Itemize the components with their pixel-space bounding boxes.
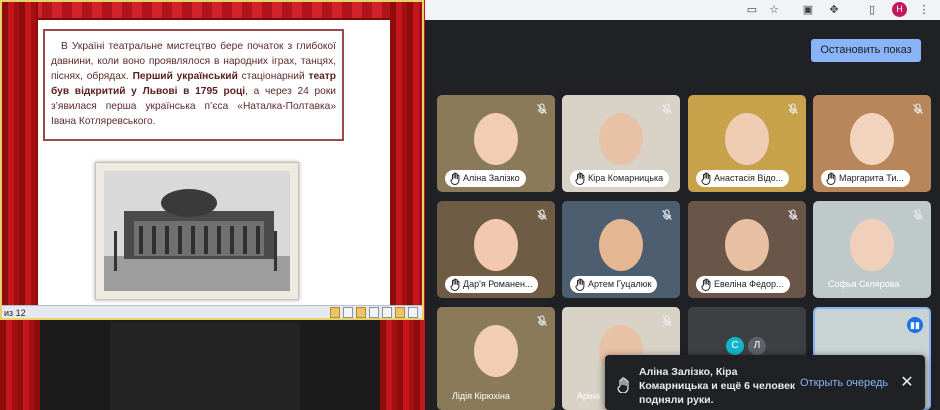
participant-avatar: Л — [748, 337, 766, 355]
participant-name: Кіра Комарницька — [570, 170, 670, 187]
slide-page-indicator: из 12 — [4, 308, 26, 318]
notes-view-button[interactable] — [343, 307, 353, 318]
kebab-menu-icon[interactable]: ⋮ — [917, 3, 931, 17]
powerpoint-window: В Україні театральне мистецтво бере поча… — [0, 0, 424, 320]
participant-name-text: Анастасія Відо... — [714, 173, 784, 183]
participant-video — [474, 219, 518, 271]
slide-text-box: В Україні театральне мистецтво бере поча… — [43, 29, 344, 141]
participant-video — [725, 219, 769, 271]
participant-name-text: Софья Склярова — [828, 279, 900, 289]
mic-off-icon — [911, 209, 925, 223]
reading-view-button[interactable] — [395, 307, 405, 318]
sidebar-icon[interactable]: ▯ — [865, 3, 879, 17]
browser-toolbar: ▭ ☆ ▣ ✥ ▯ Н ⋮ — [425, 0, 940, 20]
mic-off-icon — [786, 209, 800, 223]
video-camera-icon[interactable]: ▭ — [745, 3, 759, 17]
presentation-area: В Україні театральне мистецтво бере поча… — [0, 0, 425, 410]
participant-name-text: Аріна — [577, 391, 600, 401]
participant-name: Аріна — [570, 388, 606, 405]
participant-video — [725, 113, 769, 165]
curtain-valance — [2, 2, 422, 20]
slide-curtain-right — [390, 2, 422, 305]
mic-off-icon — [660, 103, 674, 117]
slide-text-bold1: Перший український — [132, 71, 238, 82]
participant-name: Аліна Залізко — [445, 170, 526, 187]
prev-slide-button[interactable] — [330, 307, 340, 318]
participant-tile[interactable]: Анастасія Відо... — [688, 95, 806, 192]
participant-name-text: Дар'я Романен... — [463, 279, 533, 289]
speaking-indicator-icon: ▮▮ — [907, 317, 923, 333]
next-slide-button[interactable] — [356, 307, 366, 318]
participant-tile[interactable]: Лідія Кірюхіна — [437, 307, 555, 410]
raised-hand-icon — [450, 278, 460, 291]
mic-off-icon — [911, 103, 925, 117]
participant-tile[interactable]: Софья Склярова — [813, 201, 931, 298]
toast-message: Аліна Залізко, Кіра Комарницька и ещё 6 … — [639, 366, 796, 406]
slide-curtain-left — [2, 2, 38, 305]
participant-name: Анастасія Відо... — [696, 170, 790, 187]
participant-name: Артем Гуцалюк — [570, 276, 658, 293]
participant-name: Софья Склярова — [821, 276, 905, 293]
slide-text-mid: стаціонарний — [241, 71, 305, 82]
participant-video — [850, 113, 894, 165]
mic-off-icon — [535, 103, 549, 117]
participant-tile[interactable]: Артем Гуцалюк — [562, 201, 680, 298]
mic-off-icon — [786, 103, 800, 117]
participant-name: Маргарита Ти... — [821, 170, 910, 187]
powerpoint-status-bar: из 12 — [2, 305, 422, 318]
mic-off-icon — [535, 315, 549, 329]
view-buttons — [330, 307, 418, 318]
participant-name: Дар'я Романен... — [445, 276, 539, 293]
raised-hand-icon — [617, 377, 629, 393]
slideshow-view-button[interactable] — [408, 307, 418, 318]
sorter-view-button[interactable] — [382, 307, 392, 318]
raised-hand-icon — [826, 172, 836, 185]
mic-off-icon — [660, 315, 674, 329]
participant-name-text: Артем Гуцалюк — [588, 279, 652, 289]
participant-video — [599, 219, 643, 271]
participant-name-text: Аліна Залізко — [463, 173, 520, 183]
lviv-theatre-photo — [104, 171, 290, 291]
participant-avatar: С — [726, 337, 744, 355]
participant-name-text: Маргарита Ти... — [839, 173, 904, 183]
participant-video — [850, 219, 894, 271]
raised-hand-icon — [450, 172, 460, 185]
participant-tile[interactable]: Аліна Залізко — [437, 95, 555, 192]
participant-name: Евеліна Федор... — [696, 276, 790, 293]
raised-hand-icon — [701, 172, 711, 185]
raised-hand-icon — [575, 172, 585, 185]
participant-video — [474, 325, 518, 377]
screen: В Україні театральне мистецтво бере поча… — [0, 0, 940, 410]
mic-off-icon — [660, 209, 674, 223]
mic-off-icon — [535, 209, 549, 223]
slide: В Україні театральне мистецтво бере поча… — [2, 2, 422, 305]
extension-pin-icon[interactable]: ▣ — [801, 3, 815, 17]
stop-presenting-button[interactable]: Остановить показ — [811, 39, 921, 62]
theatre-photo-frame — [95, 162, 299, 300]
normal-view-button[interactable] — [369, 307, 379, 318]
close-toast-button[interactable]: ✕ — [898, 374, 916, 392]
participant-tile[interactable]: Кіра Комарницька — [562, 95, 680, 192]
profile-avatar[interactable]: Н — [892, 2, 907, 17]
participant-tile[interactable]: Дар'я Романен... — [437, 201, 555, 298]
participant-tile[interactable]: Евеліна Федор... — [688, 201, 806, 298]
star-icon[interactable]: ☆ — [767, 3, 781, 17]
participant-name: Лідія Кірюхіна — [445, 388, 516, 405]
raised-hand-icon — [701, 278, 711, 291]
raised-hand-icon — [575, 278, 585, 291]
participant-video — [599, 113, 643, 165]
open-queue-button[interactable]: Открыть очередь — [800, 377, 888, 389]
puzzle-icon[interactable]: ✥ — [827, 3, 841, 17]
background-slide-preview — [110, 322, 300, 410]
participant-name-text: Кіра Комарницька — [588, 173, 664, 183]
participant-video — [474, 113, 518, 165]
raised-hands-toast: Аліна Залізко, Кіра Комарницька и ещё 6 … — [605, 355, 925, 410]
participant-tile[interactable]: Маргарита Ти... — [813, 95, 931, 192]
participant-name-text: Лідія Кірюхіна — [452, 391, 510, 401]
participant-name-text: Евеліна Федор... — [714, 279, 784, 289]
